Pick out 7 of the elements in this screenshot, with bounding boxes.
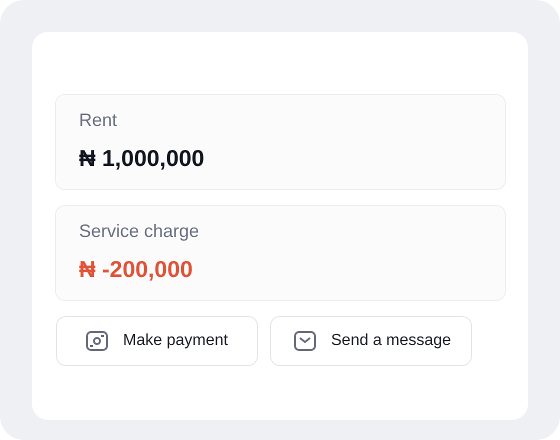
charge-amount: ₦ -200,000 (79, 256, 194, 283)
message-button[interactable]: Send a message (270, 316, 472, 366)
charge-label: Rent (79, 110, 118, 131)
mail-icon (293, 329, 317, 353)
charge-label: Service charge (79, 221, 200, 242)
payment-button[interactable]: Make payment (56, 316, 258, 366)
charge-amount: ₦ 1,000,000 (79, 145, 206, 172)
